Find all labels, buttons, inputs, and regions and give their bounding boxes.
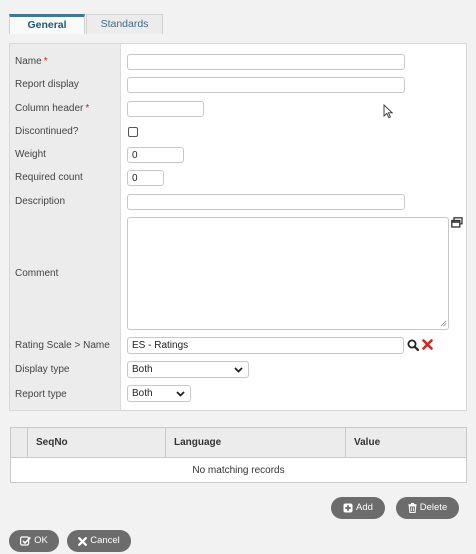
description-input[interactable] (127, 194, 405, 210)
label-column (10, 44, 121, 410)
expand-window-icon[interactable] (451, 217, 463, 228)
column-header-label: Column header * (15, 103, 90, 114)
required-marker: * (85, 103, 90, 114)
check-icon (20, 536, 32, 546)
table-header: SeqNo Language Value (11, 428, 466, 458)
add-button[interactable]: Add (331, 497, 385, 519)
weight-input[interactable] (127, 147, 184, 163)
required-count-input[interactable] (127, 170, 164, 186)
description-label: Description (15, 196, 66, 207)
discontinued-checkbox[interactable] (128, 127, 138, 137)
empty-message: No matching records (192, 465, 285, 476)
resize-grip-icon[interactable] (440, 320, 447, 327)
column-header-input[interactable] (127, 101, 204, 117)
report-display-label: Report display (15, 79, 79, 90)
display-type-select[interactable]: Both (127, 361, 249, 378)
trash-icon (408, 503, 417, 513)
comment-textarea[interactable] (127, 217, 449, 330)
language-values-table: SeqNo Language Value No matching records (10, 427, 467, 483)
tab-general[interactable]: General (9, 14, 85, 34)
report-type-select[interactable]: Both (127, 385, 191, 402)
column-header-value[interactable]: Value (345, 428, 467, 458)
comment-label: Comment (15, 268, 59, 279)
name-input[interactable] (127, 54, 405, 70)
report-type-value: Both (132, 388, 153, 399)
name-label: Name * (15, 56, 48, 67)
search-icon[interactable] (407, 339, 419, 351)
rating-scale-label: Rating Scale > Name (15, 340, 110, 351)
cancel-button[interactable]: Cancel (67, 530, 131, 552)
clear-icon[interactable] (422, 339, 433, 350)
required-count-label: Required count (15, 172, 83, 183)
ok-button[interactable]: OK (9, 530, 59, 552)
tab-standards[interactable]: Standards (86, 14, 163, 34)
discontinued-label: Discontinued? (15, 126, 79, 137)
column-header-seqno[interactable]: SeqNo (27, 428, 165, 458)
delete-button[interactable]: Delete (396, 497, 459, 519)
add-icon (343, 503, 353, 513)
display-type-label: Display type (15, 364, 70, 375)
rating-scale-input[interactable] (127, 337, 404, 354)
column-header-language[interactable]: Language (165, 428, 345, 458)
display-type-value: Both (132, 364, 153, 375)
weight-label: Weight (15, 149, 46, 160)
chevron-down-icon (234, 367, 243, 373)
report-display-input[interactable] (127, 77, 405, 93)
x-icon (78, 536, 88, 546)
mouse-cursor-icon (383, 104, 394, 119)
general-form: Name * Report display Column header * Disc… (9, 43, 467, 411)
report-type-label: Report type (15, 389, 67, 400)
chevron-down-icon (176, 391, 185, 397)
required-marker: * (43, 56, 48, 67)
